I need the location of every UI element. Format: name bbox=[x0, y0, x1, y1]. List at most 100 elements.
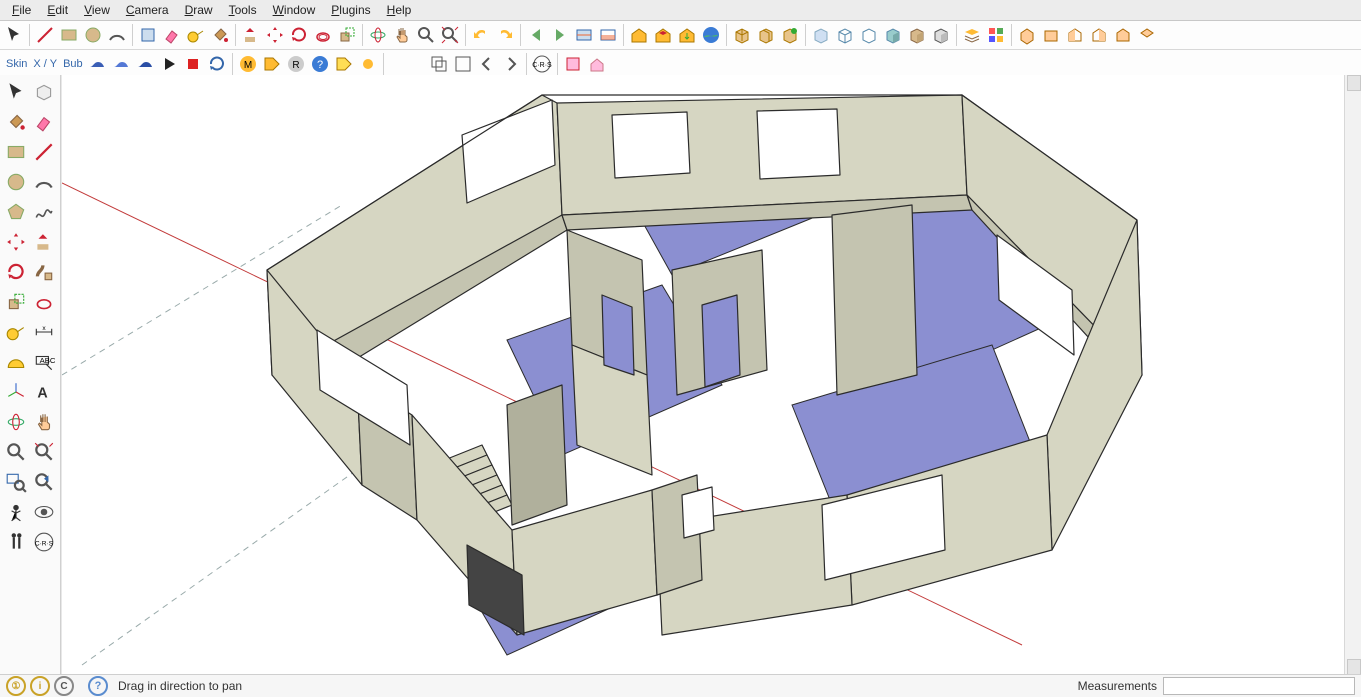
make-component[interactable] bbox=[136, 23, 160, 47]
menu-draw[interactable]: Draw bbox=[177, 1, 221, 19]
rail-circle[interactable] bbox=[3, 169, 29, 195]
plugin-back[interactable] bbox=[475, 52, 499, 76]
circle-tool[interactable] bbox=[81, 23, 105, 47]
rail-eraser[interactable] bbox=[31, 109, 57, 135]
rail-previous[interactable] bbox=[31, 469, 57, 495]
front-view[interactable] bbox=[1063, 23, 1087, 47]
line-tool[interactable] bbox=[33, 23, 57, 47]
rail-look-around[interactable] bbox=[31, 499, 57, 525]
rail-offset[interactable] bbox=[31, 289, 57, 315]
plugin-next[interactable] bbox=[499, 52, 523, 76]
rail-polygon[interactable] bbox=[3, 199, 29, 225]
plugin-sun[interactable] bbox=[356, 52, 380, 76]
arc-tool[interactable] bbox=[105, 23, 129, 47]
menu-help[interactable]: Help bbox=[379, 1, 420, 19]
orbit-tool[interactable] bbox=[366, 23, 390, 47]
menu-view[interactable]: View bbox=[76, 1, 118, 19]
vertical-scrollbar[interactable] bbox=[1344, 75, 1361, 675]
viewport-3d[interactable] bbox=[61, 75, 1361, 675]
rail-select[interactable] bbox=[3, 79, 29, 105]
rail-section[interactable]: C·R·S bbox=[31, 529, 57, 555]
eraser-tool[interactable] bbox=[160, 23, 184, 47]
rail-freehand[interactable] bbox=[31, 199, 57, 225]
plugin-r[interactable]: R bbox=[284, 52, 308, 76]
top-view[interactable] bbox=[1039, 23, 1063, 47]
push-pull-tool[interactable] bbox=[239, 23, 263, 47]
offset-tool[interactable] bbox=[311, 23, 335, 47]
plugin-tag[interactable] bbox=[260, 52, 284, 76]
rail-paint[interactable] bbox=[3, 109, 29, 135]
plugin-m[interactable]: M bbox=[236, 52, 260, 76]
rail-rotate[interactable] bbox=[3, 259, 29, 285]
iso-view[interactable] bbox=[1015, 23, 1039, 47]
rail-line[interactable] bbox=[31, 139, 57, 165]
rail-zoom-extents[interactable] bbox=[31, 439, 57, 465]
prev-view-button[interactable] bbox=[524, 23, 548, 47]
shaded-style[interactable] bbox=[881, 23, 905, 47]
rail-orbit[interactable] bbox=[3, 409, 29, 435]
wireframe-style[interactable] bbox=[833, 23, 857, 47]
measurements-input[interactable] bbox=[1163, 677, 1355, 695]
plugin-clip[interactable] bbox=[451, 52, 475, 76]
plugin-shoe-3[interactable] bbox=[133, 52, 157, 76]
rail-3dtext[interactable]: A bbox=[31, 379, 57, 405]
plugin-shoe-2[interactable] bbox=[109, 52, 133, 76]
menu-camera[interactable]: Camera bbox=[118, 1, 177, 19]
rail-scale[interactable] bbox=[3, 289, 29, 315]
rail-dimension[interactable]: x bbox=[31, 319, 57, 345]
plugin-help[interactable]: ? bbox=[308, 52, 332, 76]
model-canvas[interactable] bbox=[62, 75, 1352, 675]
box-2-button[interactable] bbox=[754, 23, 778, 47]
status-icon-2[interactable]: i bbox=[30, 676, 50, 696]
rail-protractor[interactable] bbox=[3, 349, 29, 375]
xray-style[interactable] bbox=[809, 23, 833, 47]
status-icon-1[interactable]: ① bbox=[6, 676, 26, 696]
rail-text[interactable]: ABC bbox=[31, 349, 57, 375]
rotate-tool[interactable] bbox=[287, 23, 311, 47]
rail-move[interactable] bbox=[3, 229, 29, 255]
monochrome-style[interactable] bbox=[929, 23, 953, 47]
rail-walk[interactable] bbox=[3, 529, 29, 555]
rail-tape[interactable] bbox=[3, 319, 29, 345]
rectangle-tool[interactable] bbox=[57, 23, 81, 47]
styles-button[interactable] bbox=[984, 23, 1008, 47]
share-model-button[interactable] bbox=[651, 23, 675, 47]
rail-rect[interactable] bbox=[3, 139, 29, 165]
box-3-button[interactable] bbox=[778, 23, 802, 47]
menu-file[interactable]: File bbox=[4, 1, 39, 19]
rail-zoom[interactable] bbox=[3, 439, 29, 465]
rail-axes[interactable] bbox=[3, 379, 29, 405]
paint-bucket-tool[interactable] bbox=[208, 23, 232, 47]
menu-edit[interactable]: Edit bbox=[39, 1, 76, 19]
section-display-button[interactable] bbox=[596, 23, 620, 47]
menu-plugins[interactable]: Plugins bbox=[323, 1, 378, 19]
right-view[interactable] bbox=[1087, 23, 1111, 47]
menu-window[interactable]: Window bbox=[265, 1, 324, 19]
tape-measure-tool[interactable] bbox=[184, 23, 208, 47]
plugin-stop[interactable] bbox=[181, 52, 205, 76]
rail-cube[interactable] bbox=[31, 79, 57, 105]
rail-position-camera[interactable] bbox=[3, 499, 29, 525]
select-tool[interactable] bbox=[2, 23, 26, 47]
plugin-crs[interactable]: C·R·S bbox=[530, 52, 554, 76]
pan-tool[interactable] bbox=[390, 23, 414, 47]
layers-button[interactable] bbox=[960, 23, 984, 47]
shaded-textures-style[interactable] bbox=[905, 23, 929, 47]
move-tool[interactable] bbox=[263, 23, 287, 47]
status-icon-3[interactable]: C bbox=[54, 676, 74, 696]
zoom-extents-tool[interactable] bbox=[438, 23, 462, 47]
section-plane-tool[interactable] bbox=[572, 23, 596, 47]
plugin-outline[interactable] bbox=[427, 52, 451, 76]
undo-button[interactable] bbox=[469, 23, 493, 47]
hidden-line-style[interactable] bbox=[857, 23, 881, 47]
rail-arc[interactable] bbox=[31, 169, 57, 195]
redo-button[interactable] bbox=[493, 23, 517, 47]
menu-tools[interactable]: Tools bbox=[221, 1, 265, 19]
rail-zoom-window[interactable] bbox=[3, 469, 29, 495]
left-view[interactable] bbox=[1135, 23, 1159, 47]
plugin-play[interactable] bbox=[157, 52, 181, 76]
google-earth-button[interactable] bbox=[699, 23, 723, 47]
3d-warehouse-button[interactable] bbox=[627, 23, 651, 47]
plugin-house[interactable] bbox=[585, 52, 609, 76]
next-view-button[interactable] bbox=[548, 23, 572, 47]
